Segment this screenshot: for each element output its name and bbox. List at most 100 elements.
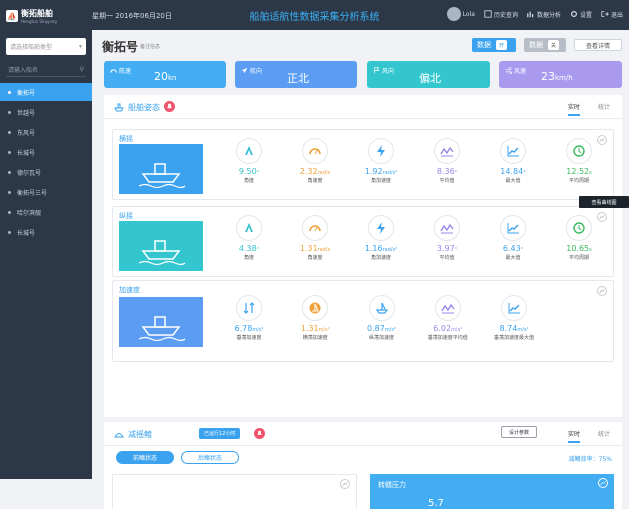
sidebar: 请选择船舶类型 ▾ 请输入船名 ⚲ 衡拓号 世越号 东风号 长城号 德尔瓦号 衡拓号… — [0, 30, 92, 479]
gear-icon — [570, 11, 577, 17]
design-params-button[interactable]: 设计参数 — [501, 426, 537, 438]
wave-icon — [434, 295, 461, 321]
sidebar-item-ship[interactable]: 哈尔滨舰 — [0, 203, 92, 221]
metric-unit: rad/s — [317, 170, 331, 176]
metric-number: 8.36 — [436, 167, 455, 176]
pressure-title: 转鳍压力 — [378, 481, 406, 489]
bullet-icon — [8, 130, 11, 134]
metric-label: 角速度 — [307, 255, 323, 261]
metric-label: 垂荡加速度最大值 — [493, 335, 534, 341]
metric-item: 6.43° 最大值 — [483, 215, 543, 261]
rear-fin-status-tab[interactable]: 后鳍状态 — [181, 451, 239, 464]
data-toggle-on[interactable]: 数据开 — [472, 38, 516, 52]
panel-header: 减摇鳍 已运行12小时 设计参数 实时 统计 — [104, 422, 622, 446]
metric-item: 8.74m/s² 垂荡加速度最大值 — [484, 295, 544, 341]
metric-value: 12.52s — [566, 167, 592, 176]
metric-label: 角度 — [243, 178, 254, 184]
sidebar-item-ship[interactable]: 衡拓号 — [0, 83, 92, 101]
metric-item: 8.36° 平均值 — [417, 138, 477, 184]
chevron-down-icon: ▾ — [78, 43, 82, 50]
ship-type-placeholder: 请选择船舶类型 — [10, 44, 53, 51]
metric-number: 1.16 — [364, 244, 383, 253]
line-chart-icon[interactable] — [340, 479, 350, 489]
ship-label: 德尔瓦号 — [17, 169, 42, 177]
search-icon: ⚲ — [79, 66, 84, 73]
toggle-label: 数据 — [477, 41, 491, 49]
sidebar-item-ship[interactable]: 衡拓号三号 — [0, 183, 92, 201]
metric-value: 9.50° — [239, 167, 259, 176]
username: Lola — [462, 10, 475, 18]
tab-statistics[interactable]: 统计 — [598, 102, 610, 116]
stat-card-wind-speed: 风速 23km/h — [499, 61, 622, 88]
sidebar-item-ship[interactable]: 德尔瓦号 — [0, 163, 92, 181]
sidebar-item-ship[interactable]: 世越号 — [0, 103, 92, 121]
history-link[interactable]: 历史查询 — [484, 10, 518, 19]
tab-statistics[interactable]: 统计 — [598, 429, 610, 443]
sidebar-item-ship[interactable]: 长城号 — [0, 143, 92, 161]
metric-unit: m/s² — [384, 327, 396, 333]
stat-label: 风向 — [382, 68, 395, 75]
metric-item: 1.92rad/s² 角加速度 — [351, 138, 411, 184]
metric-label: 平均值 — [439, 255, 455, 261]
metric-unit: s — [589, 170, 592, 176]
metric-value: 6.43° — [503, 244, 523, 253]
settings-link[interactable]: 设置 — [570, 10, 592, 19]
tab-realtime[interactable]: 实时 — [567, 102, 580, 116]
metric-item: 9.50° 角度 — [219, 138, 279, 184]
line-chart-icon[interactable] — [597, 286, 607, 296]
sidebar-item-ship[interactable]: 长城号 — [0, 223, 92, 241]
panel-title: 船舶姿态 — [128, 103, 160, 112]
line-chart-icon[interactable] — [598, 478, 608, 488]
ship-search-placeholder: 请输入船名 — [8, 67, 39, 74]
ship-search-input[interactable]: 请输入船名 ⚲ — [6, 63, 86, 77]
boat-icon — [368, 295, 395, 321]
metric-label: 垂荡加速度 — [236, 335, 262, 341]
bullet-icon — [8, 210, 11, 214]
gauge-icon — [302, 215, 328, 241]
fin-chart-box — [112, 474, 357, 509]
logout-link[interactable]: 退出 — [601, 10, 623, 19]
stat-value: 偏北 — [419, 72, 441, 85]
metric-number: 1.92 — [364, 167, 383, 176]
pitch-section: 纵摇 4.38° 角度 1.31rad/s 角速度 1.16rad/s² 角加速… — [112, 206, 614, 277]
stat-card-wind-direction: 风向 偏北 — [367, 61, 490, 88]
wave-icon — [434, 215, 460, 241]
avatar — [446, 7, 461, 21]
alarm-bell-icon[interactable] — [164, 101, 175, 112]
section-title: 横摇 — [119, 135, 133, 143]
metric-item: 12.52s 平均周期 — [549, 138, 609, 184]
analysis-icon — [527, 11, 534, 18]
view-detail-button[interactable]: 查看详情 — [574, 39, 622, 51]
page-title: 衡拓号 — [102, 40, 139, 54]
metric-item: 10.65s 平均周期 — [549, 215, 609, 261]
tab-realtime[interactable]: 实时 — [567, 429, 580, 443]
ship-attitude-panel: 船舶姿态 实时 统计 横摇 9.50° 角度 2.32rad/s 角速度 1.9… — [104, 95, 622, 417]
toggle-state: 关 — [548, 40, 559, 50]
sidebar-item-ship[interactable]: 东风号 — [0, 123, 92, 141]
speed-icon — [110, 69, 117, 73]
stat-label: 风速 — [514, 68, 527, 75]
analysis-link[interactable]: 数据分析 — [527, 10, 561, 19]
metric-label: 角加速度 — [370, 178, 391, 184]
metric-label: 平均周期 — [568, 255, 589, 261]
wind-icon — [505, 67, 512, 74]
metric-label: 角加速度 — [370, 255, 391, 261]
metrics-row: 6.78m/s² 垂荡加速度 1.31m/s² 横荡加速度 0.87m/s² 纵… — [219, 295, 544, 341]
metric-label: 平均值 — [439, 178, 455, 184]
front-fin-status-tab[interactable]: 前鳍状态 — [116, 451, 174, 464]
metric-number: 0.87 — [367, 324, 385, 333]
metric-number: 6.78 — [234, 324, 253, 333]
ship-type-select[interactable]: 请选择船舶类型 ▾ — [6, 38, 86, 55]
metric-unit: m/s² — [517, 327, 529, 333]
alarm-bell-icon[interactable] — [254, 428, 265, 439]
metric-number: 12.52 — [566, 167, 590, 176]
metric-unit: ° — [454, 247, 458, 253]
stat-card-speed: 航速 20kn — [104, 61, 226, 88]
data-toggle-off[interactable]: 数据关 — [524, 38, 566, 52]
ship-note: 备注信息 — [140, 44, 161, 50]
top-bar: ⛵ 衡拓船舶 Hengtuo Shipping 星期一 2016年06月20日 船… — [0, 0, 629, 30]
metric-label: 垂荡加速度平均值 — [427, 335, 468, 341]
user-menu[interactable]: Lola — [446, 7, 475, 21]
top-right-menu: Lola 历史查询 数据分析 设置 退出 — [446, 7, 623, 21]
main-content: 衡拓号 备注信息 数据开 数据关 查看详情 航速 20kn 航向 正北 风向 偏… — [92, 30, 629, 509]
